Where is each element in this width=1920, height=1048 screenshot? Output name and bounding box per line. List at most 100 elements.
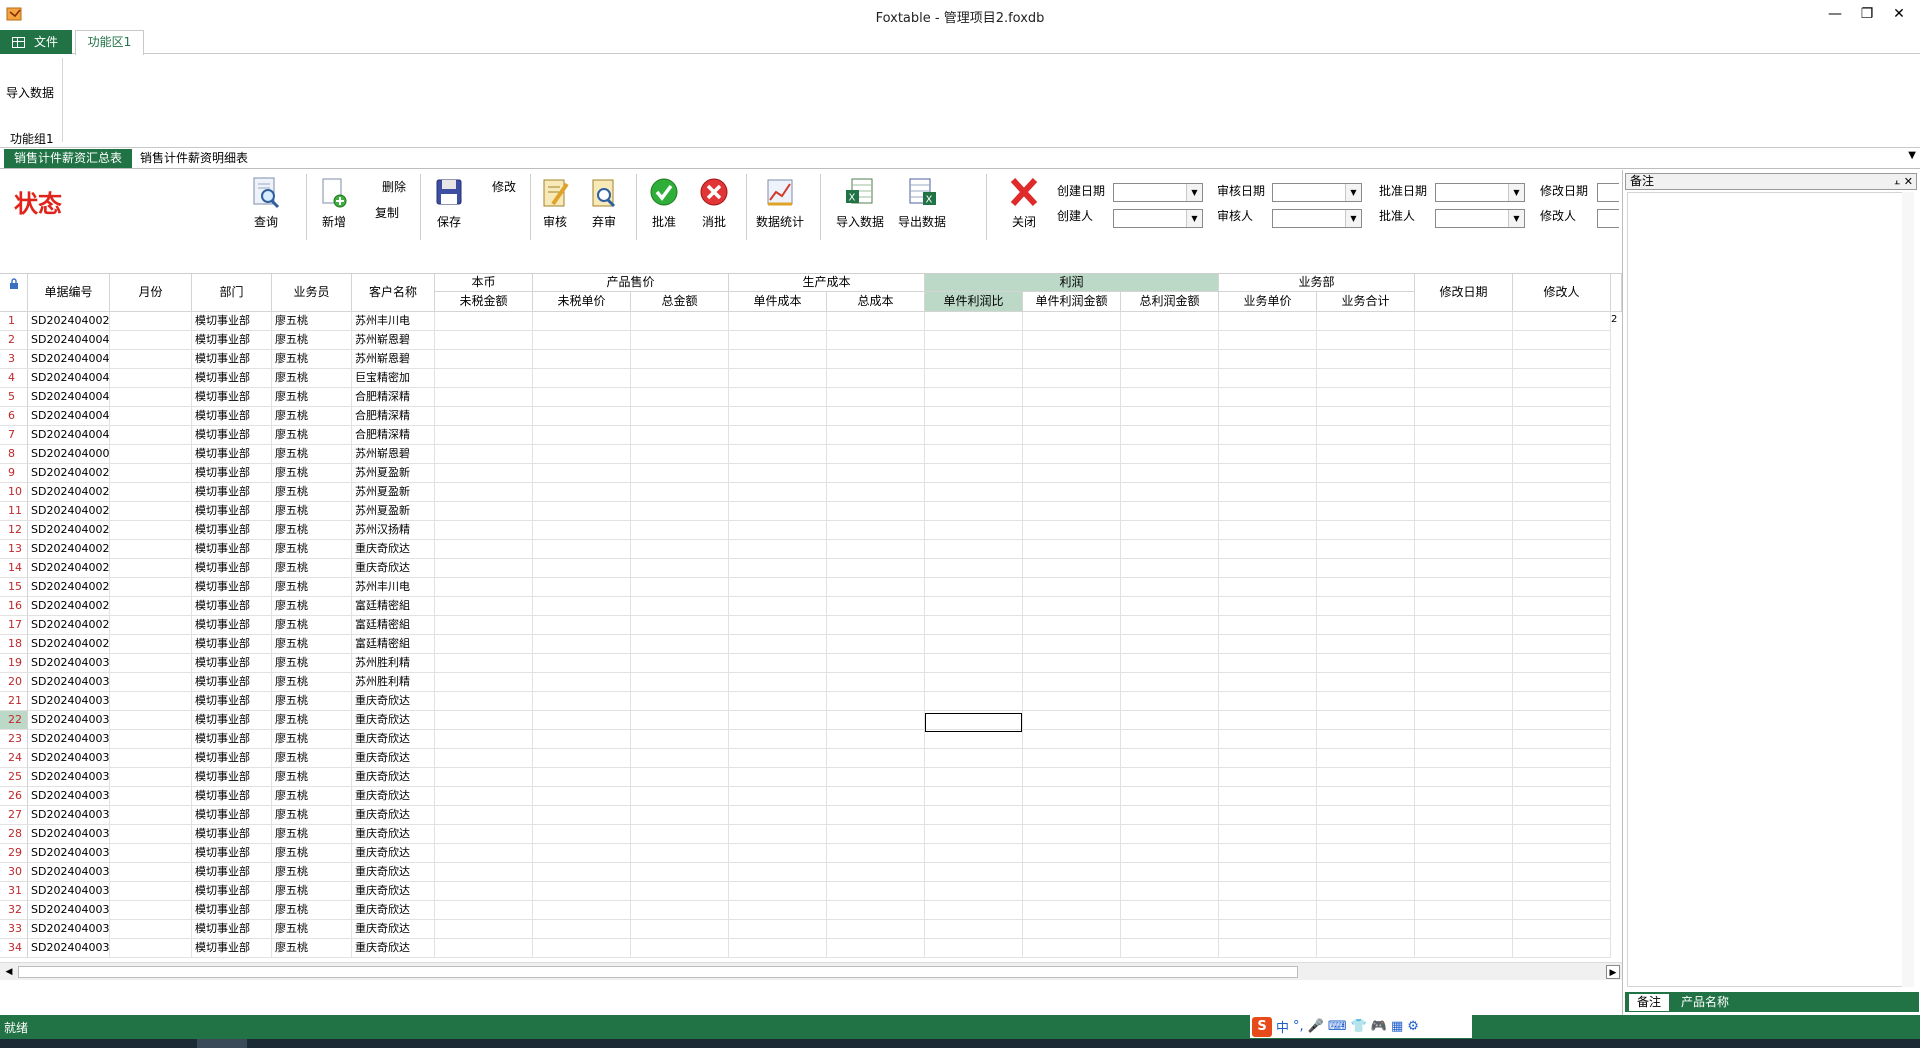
table-cell[interactable] [631, 920, 729, 939]
table-cell[interactable] [1023, 825, 1121, 844]
table-cell[interactable]: 模切事业部 [192, 540, 272, 559]
table-cell[interactable] [435, 939, 533, 958]
table-cell[interactable] [435, 616, 533, 635]
row-number[interactable]: 9 [0, 464, 28, 483]
table-cell[interactable] [1121, 407, 1219, 426]
table-cell[interactable] [1023, 920, 1121, 939]
chevron-down-icon[interactable]: ▼ [1508, 184, 1524, 201]
table-cell[interactable] [533, 559, 631, 578]
row-number[interactable]: 23 [0, 730, 28, 749]
table-cell[interactable]: SD202404004 [28, 350, 110, 369]
table-cell[interactable]: 廖五桃 [272, 464, 352, 483]
table-cell[interactable]: 重庆奇欣达 [352, 540, 435, 559]
table-cell[interactable] [110, 806, 192, 825]
table-cell[interactable] [925, 350, 1023, 369]
table-cell[interactable] [110, 920, 192, 939]
table-cell[interactable] [631, 863, 729, 882]
table-cell[interactable] [1121, 806, 1219, 825]
table-cell[interactable] [925, 445, 1023, 464]
ime-punctuation-icon[interactable]: °, [1293, 1019, 1304, 1034]
export-data-button[interactable]: X 导出数据 [892, 176, 952, 230]
table-cell[interactable] [1219, 502, 1317, 521]
table-cell[interactable] [729, 673, 827, 692]
table-cell[interactable] [1415, 616, 1513, 635]
table-cell[interactable] [1023, 673, 1121, 692]
table-cell[interactable] [729, 464, 827, 483]
table-cell[interactable] [1513, 844, 1611, 863]
table-cell[interactable] [533, 502, 631, 521]
table-cell[interactable] [1121, 635, 1219, 654]
modify-date-combo[interactable] [1597, 183, 1619, 202]
approver-combo[interactable]: ▼ [1435, 209, 1525, 228]
table-cell[interactable] [1513, 749, 1611, 768]
table-cell[interactable]: 廖五桃 [272, 540, 352, 559]
table-cell[interactable] [729, 597, 827, 616]
table-cell[interactable] [827, 844, 925, 863]
table-cell[interactable] [1219, 730, 1317, 749]
table-cell[interactable] [110, 730, 192, 749]
delete-button[interactable]: 删除 [382, 178, 406, 195]
table-cell[interactable]: SD202404003 [28, 654, 110, 673]
table-cell[interactable] [435, 407, 533, 426]
table-cell[interactable] [925, 578, 1023, 597]
table-cell[interactable]: 廖五桃 [272, 521, 352, 540]
table-cell[interactable] [631, 464, 729, 483]
modify-button[interactable]: 修改 [492, 178, 516, 195]
query-button[interactable]: 查询 [236, 176, 296, 230]
table-cell[interactable] [925, 939, 1023, 958]
table-cell[interactable] [1415, 730, 1513, 749]
table-cell[interactable]: 模切事业部 [192, 730, 272, 749]
table-cell[interactable] [827, 559, 925, 578]
ime-microphone-icon[interactable]: 🎤 [1308, 1019, 1324, 1034]
table-cell[interactable] [435, 502, 533, 521]
table-cell[interactable] [1415, 787, 1513, 806]
table-cell[interactable] [1513, 711, 1611, 730]
table-cell[interactable] [435, 711, 533, 730]
table-cell[interactable]: 廖五桃 [272, 844, 352, 863]
table-cell[interactable]: 重庆奇欣达 [352, 787, 435, 806]
table-cell[interactable] [1121, 502, 1219, 521]
table-cell[interactable]: 模切事业部 [192, 407, 272, 426]
table-cell[interactable] [1023, 407, 1121, 426]
table-cell[interactable] [631, 882, 729, 901]
table-cell[interactable] [729, 616, 827, 635]
table-cell[interactable] [925, 464, 1023, 483]
tab-sales-piece-salary-detail[interactable]: 销售计件薪资明细表 [140, 149, 248, 168]
table-cell[interactable] [110, 350, 192, 369]
table-cell[interactable]: SD202404004 [28, 369, 110, 388]
table-cell[interactable] [925, 920, 1023, 939]
table-cell[interactable] [631, 426, 729, 445]
table-cell[interactable] [435, 540, 533, 559]
row-number[interactable]: 30 [0, 863, 28, 882]
table-cell[interactable] [1219, 388, 1317, 407]
table-cell[interactable]: 模切事业部 [192, 502, 272, 521]
table-cell[interactable]: 廖五桃 [272, 825, 352, 844]
table-cell[interactable] [1219, 863, 1317, 882]
table-cell[interactable]: SD202404003 [28, 920, 110, 939]
ime-keyboard-icon[interactable]: ⌨ [1328, 1019, 1347, 1034]
table-cell[interactable] [631, 597, 729, 616]
table-cell[interactable] [435, 901, 533, 920]
table-cell[interactable] [631, 711, 729, 730]
row-number[interactable]: 16 [0, 597, 28, 616]
close-window-button[interactable]: ✕ [1884, 3, 1914, 25]
table-cell[interactable] [435, 369, 533, 388]
modifier-combo[interactable] [1597, 209, 1619, 228]
table-cell[interactable] [533, 730, 631, 749]
table-cell[interactable] [631, 616, 729, 635]
table-cell[interactable] [1513, 350, 1611, 369]
table-cell[interactable] [925, 692, 1023, 711]
table-cell[interactable] [1219, 350, 1317, 369]
table-cell[interactable] [925, 483, 1023, 502]
table-cell[interactable] [1415, 654, 1513, 673]
ime-game-icon[interactable]: 🎮 [1371, 1019, 1387, 1034]
table-cell[interactable] [1415, 768, 1513, 787]
table-cell[interactable]: SD202404003 [28, 749, 110, 768]
table-cell[interactable] [435, 692, 533, 711]
table-cell[interactable] [1219, 369, 1317, 388]
table-cell[interactable] [729, 559, 827, 578]
table-cell[interactable] [1219, 844, 1317, 863]
table-cell[interactable] [827, 654, 925, 673]
table-cell[interactable] [1023, 464, 1121, 483]
table-cell[interactable] [435, 863, 533, 882]
